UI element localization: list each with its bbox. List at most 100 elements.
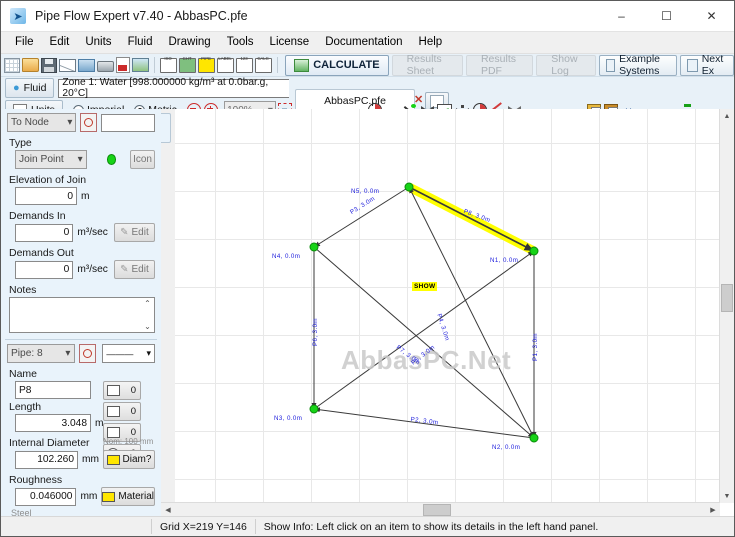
menu-tools[interactable]: Tools (219, 33, 262, 52)
pipe-select[interactable]: Pipe: 8 ▾ (7, 344, 75, 363)
label-icon[interactable]: LABEL (216, 56, 234, 74)
notes-textarea[interactable]: ⌃ ⌄ (9, 297, 155, 333)
chevron-down-icon[interactable]: ▼ (720, 489, 734, 503)
node-n2[interactable] (529, 433, 539, 443)
cht-icon[interactable]: CHT (178, 56, 196, 74)
scroll-thumb[interactable] (721, 284, 733, 312)
pdf-icon[interactable] (115, 56, 130, 74)
results-sheet-button[interactable]: Results Sheet (391, 53, 463, 77)
elevation-field[interactable]: 0 (15, 187, 77, 205)
locate-icon[interactable] (80, 113, 98, 132)
calc-table-icon[interactable]: CALC (254, 56, 272, 74)
iso-icon[interactable]: ISO (159, 56, 177, 74)
export-icon[interactable] (77, 56, 95, 74)
pipe-p3[interactable] (313, 186, 410, 248)
fluid-button[interactable]: ● Fluid (5, 78, 55, 98)
type-row: Join Point ▾ Icon (1, 150, 161, 169)
status-bar: Grid X=219 Y=146 Show Info: Left click o… (1, 516, 734, 536)
nominal-diameter-text: Nom: 100 mm (103, 437, 154, 446)
close-button[interactable]: ✕ (689, 1, 734, 31)
email-icon[interactable] (58, 56, 76, 74)
results-pdf-button[interactable]: Results PDF (465, 53, 534, 77)
palette-expand-tab[interactable] (161, 113, 171, 143)
length-field[interactable]: 3.048 (15, 414, 91, 432)
maximize-button[interactable]: ☐ (644, 1, 689, 31)
edit-pencil-icon: ✎ (120, 264, 129, 275)
menu-file[interactable]: File (7, 33, 42, 52)
roughness-label: Roughness (9, 474, 63, 486)
node-label-n1: N1, 0.0m (490, 257, 519, 264)
pipe-p5[interactable] (313, 250, 535, 410)
node-selector-row: To Node ▾ (1, 109, 161, 132)
pipe-icon[interactable]: PIPE (197, 56, 215, 74)
menu-help[interactable]: Help (411, 33, 451, 52)
minimize-button[interactable]: – (599, 1, 644, 31)
pipe-p7[interactable] (313, 246, 535, 439)
pipe-p8[interactable] (408, 186, 535, 252)
next-example-button[interactable]: Next Ex (680, 53, 734, 77)
menu-license[interactable]: License (262, 33, 318, 52)
horizontal-scrollbar[interactable]: ◀ ▶ (161, 502, 720, 517)
node-n4[interactable] (309, 242, 319, 252)
show-log-button[interactable]: Show Log (536, 53, 596, 77)
notes-scrollbar[interactable]: ⌃ ⌄ (142, 299, 153, 331)
main-toolbar: ISO CHT PIPE LABEL 123 CALC CALCULATE Re… (1, 53, 734, 77)
diameter-button[interactable]: Diam? (103, 450, 155, 469)
menu-edit[interactable]: Edit (42, 33, 78, 52)
demands-in-edit-button[interactable]: ✎ Edit (113, 223, 155, 242)
network-svg (311, 182, 537, 439)
curve-counter[interactable]: 0 (103, 402, 141, 421)
pipe-name-label: Name (9, 368, 38, 380)
pipe-p4[interactable] (408, 186, 535, 439)
pipe-style-select[interactable]: ——— ▾ (102, 344, 155, 363)
chevron-down-icon: ▾ (67, 117, 73, 128)
node-n5[interactable] (404, 182, 414, 192)
node-name-field[interactable] (101, 113, 155, 132)
application-window: ➤ Pipe Flow Expert v7.40 - AbbasPC.pfe –… (0, 0, 735, 537)
new-icon[interactable] (3, 56, 20, 74)
demands-in-row: 0 m³/sec ✎ Edit (1, 223, 161, 242)
material-button[interactable]: Material (101, 487, 155, 506)
units123-icon[interactable]: 123 (235, 56, 253, 74)
status-message: Show Info: Left click on an item to show… (263, 520, 599, 533)
icon-button[interactable]: Icon (130, 150, 155, 169)
document-tab[interactable]: AbbasPC.pfe (295, 89, 415, 111)
node-select[interactable]: To Node ▾ (7, 113, 77, 132)
chevron-left-icon[interactable]: ◀ (161, 503, 175, 517)
demands-in-unit: m³/sec (77, 227, 108, 238)
print-icon[interactable] (96, 56, 114, 74)
fittings-counter[interactable]: 0 (103, 381, 141, 400)
droplet-icon: ● (13, 82, 20, 94)
internal-diameter-field[interactable]: 102.260 (15, 450, 79, 469)
image-icon[interactable] (131, 56, 149, 74)
vertical-scrollbar[interactable]: ▲ ▼ (719, 109, 734, 503)
pipe-network-canvas[interactable]: AbbasPC.Net SHOW N5, 0.0m N4, 0.0m N1, 0.0… (175, 109, 720, 503)
demands-out-unit: m³/sec (77, 264, 108, 275)
scroll-thumb[interactable] (423, 504, 451, 516)
node-n1[interactable] (529, 246, 539, 256)
chevron-right-icon[interactable]: ▶ (706, 503, 720, 517)
locate-icon[interactable] (78, 344, 97, 363)
fluid-zone-select[interactable]: Zone 1: Water [998.000000 kg/m³ at 0.0ba… (58, 77, 307, 99)
pipe-name-field[interactable]: P8 (15, 381, 91, 399)
chevron-down-icon[interactable]: ⌄ (144, 322, 151, 331)
chevron-up-icon[interactable]: ▲ (720, 109, 734, 123)
node-n3[interactable] (309, 404, 319, 414)
type-select[interactable]: Join Point ▾ (15, 150, 87, 169)
node-label-n5: N5, 0.0m (351, 188, 380, 195)
chevron-down-icon: ▾ (65, 348, 71, 359)
demands-in-field[interactable]: 0 (15, 223, 74, 242)
chevron-up-icon[interactable]: ⌃ (144, 299, 151, 308)
save-icon[interactable] (40, 56, 57, 74)
example-systems-button[interactable]: Example Systems (598, 53, 678, 77)
roughness-row: 0.046000 mm Material (1, 487, 161, 506)
demands-out-edit-button[interactable]: ✎ Edit (113, 260, 155, 279)
demands-out-field[interactable]: 0 (15, 260, 74, 279)
menu-fluid[interactable]: Fluid (120, 33, 161, 52)
menu-documentation[interactable]: Documentation (317, 33, 410, 52)
roughness-field[interactable]: 0.046000 (15, 487, 77, 506)
open-icon[interactable] (21, 56, 39, 74)
menu-units[interactable]: Units (77, 33, 119, 52)
calculate-button[interactable]: CALCULATE (285, 54, 389, 76)
menu-drawing[interactable]: Drawing (161, 33, 219, 52)
